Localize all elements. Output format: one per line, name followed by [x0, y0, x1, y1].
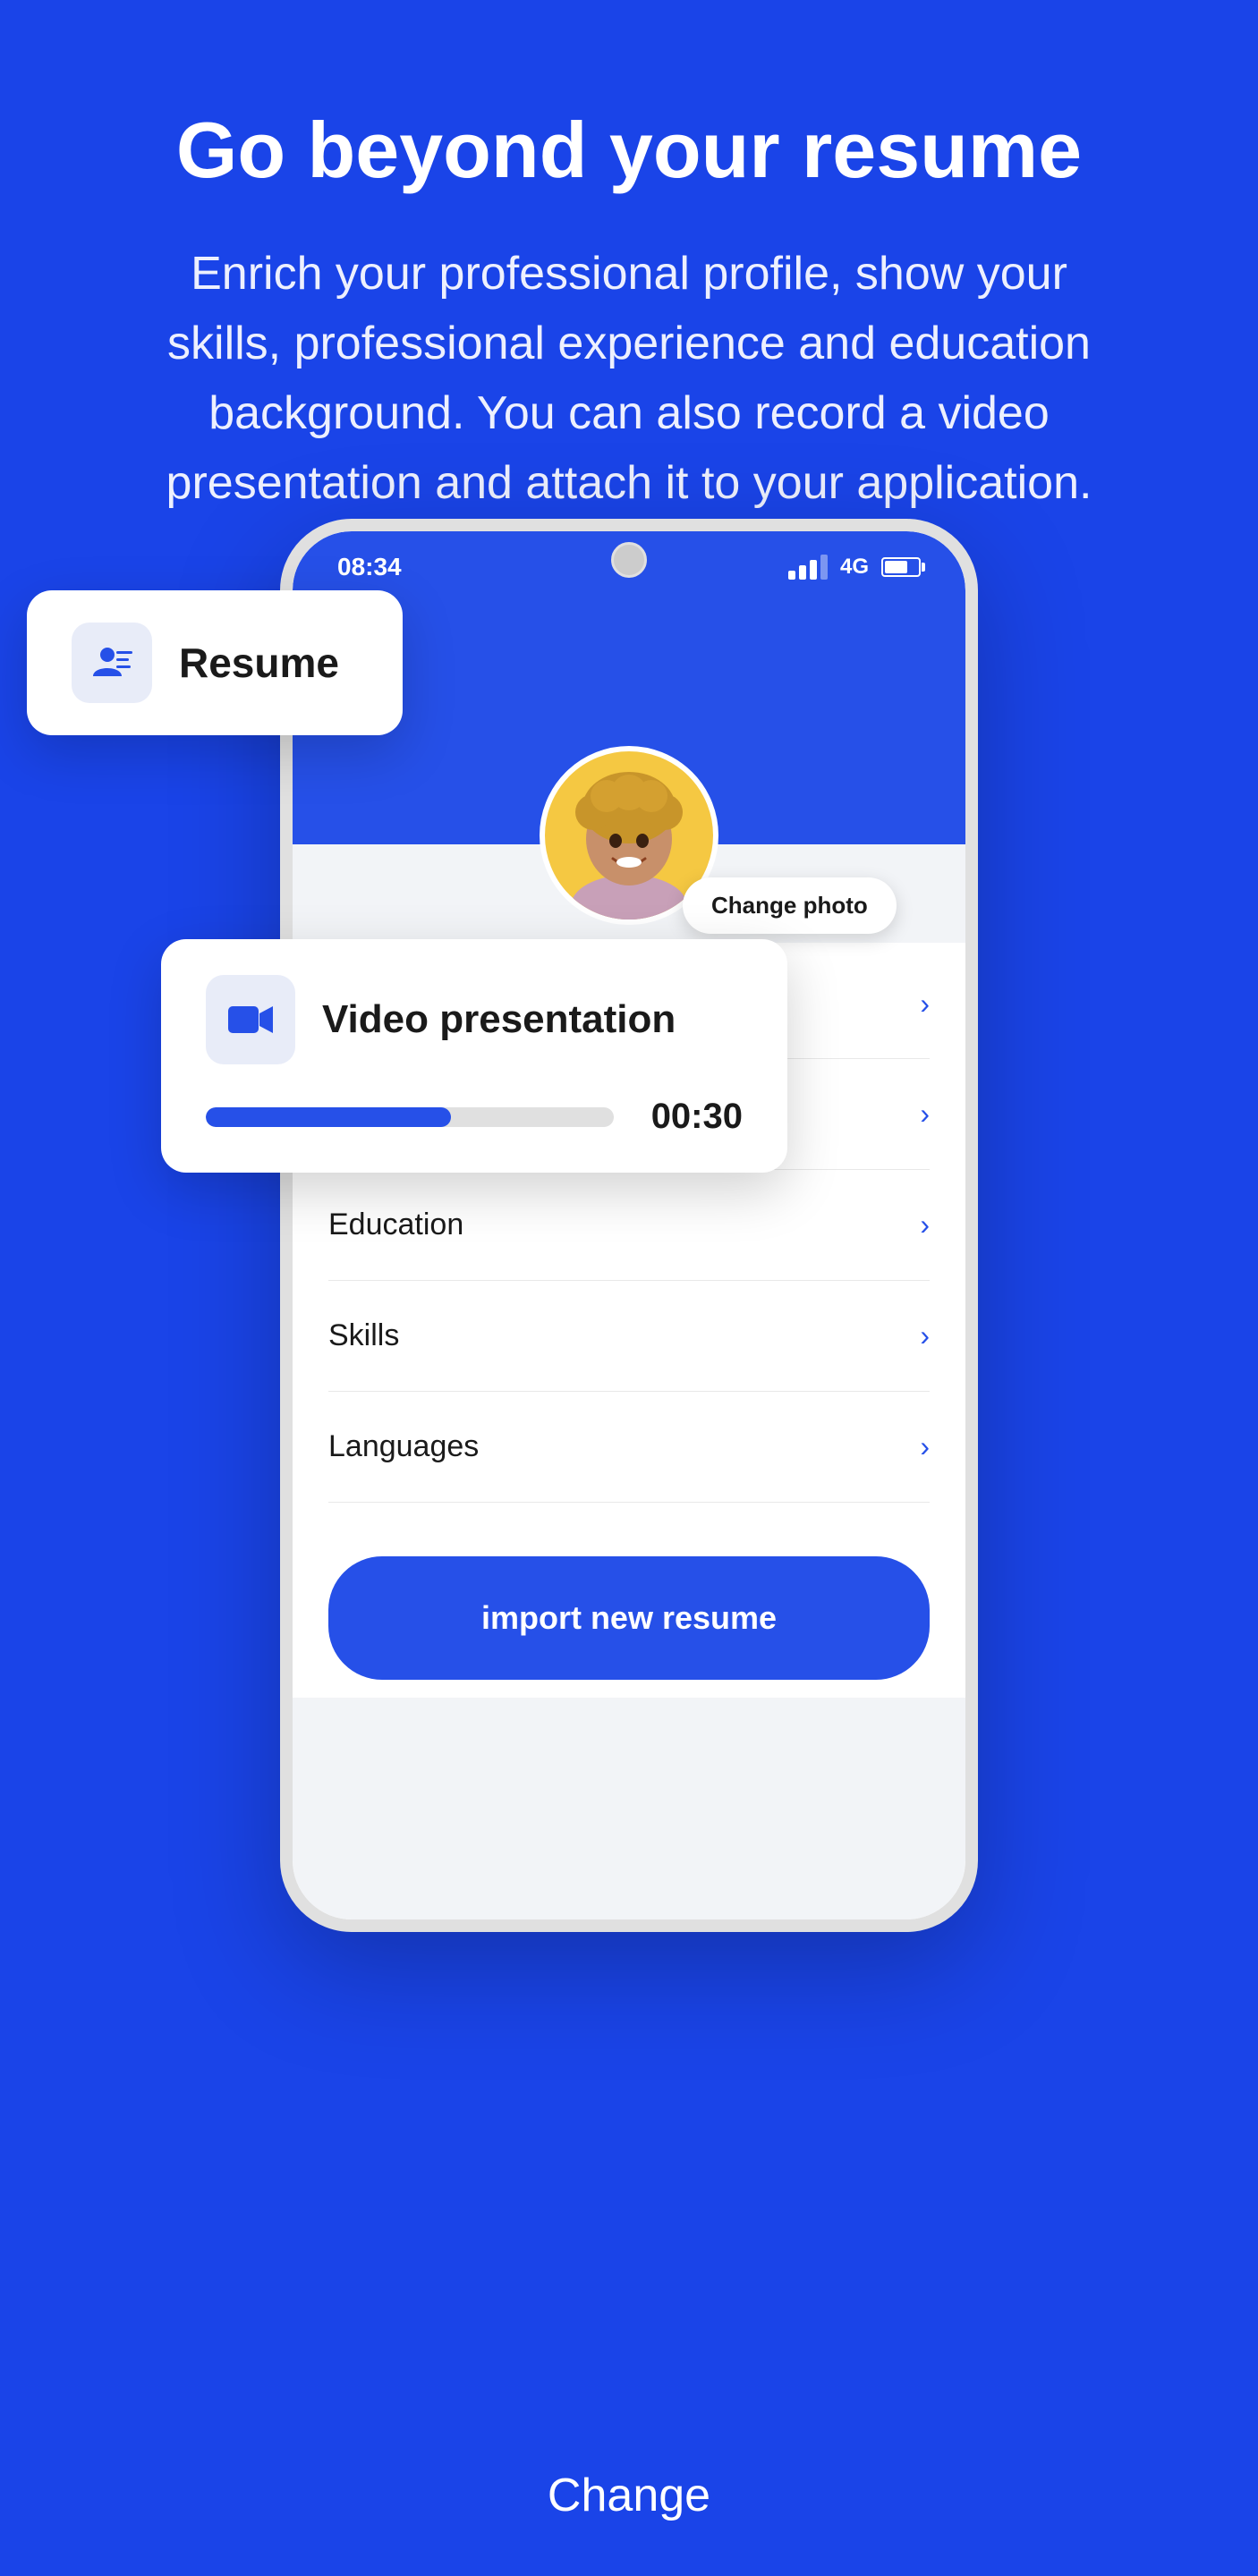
menu-item-skills[interactable]: Skills › [328, 1281, 930, 1392]
signal-bars-icon [788, 555, 828, 580]
chevron-skills-icon: › [920, 1319, 930, 1352]
change-photo-badge[interactable]: Change photo [683, 877, 897, 934]
resume-icon-box [72, 623, 152, 703]
resume-floating-card: Resume [27, 590, 403, 735]
video-icon-box [206, 975, 295, 1064]
header-section: Go beyond your resume Enrich your profes… [0, 0, 1258, 572]
main-title: Go beyond your resume [143, 107, 1115, 194]
video-progress-fill [206, 1107, 451, 1127]
video-camera-icon [227, 1001, 274, 1038]
change-label[interactable]: Change [548, 2469, 710, 2522]
bottom-section: Change [0, 2290, 1258, 2576]
network-type: 4G [840, 555, 869, 580]
menu-item-education-label: Education [328, 1208, 463, 1242]
video-floating-card: Video presentation 00:30 [161, 939, 787, 1173]
video-time-label: 00:30 [635, 1097, 743, 1137]
menu-item-education[interactable]: Education › [328, 1170, 930, 1281]
menu-item-skills-label: Skills [328, 1318, 399, 1353]
person-lines-icon [89, 640, 134, 685]
chevron-languages-icon: › [920, 1430, 930, 1463]
battery-icon [881, 557, 921, 577]
status-bar: 08:34 4G [293, 531, 965, 594]
subtitle-text: Enrich your professional profile, show y… [143, 239, 1115, 518]
status-time: 08:34 [337, 553, 402, 581]
chevron-de-icon: › [920, 987, 930, 1021]
video-card-label: Video presentation [322, 997, 676, 1042]
status-icons: 4G [788, 555, 921, 580]
resume-card-label: Resume [179, 639, 339, 687]
chevron-education-icon: › [920, 1208, 930, 1241]
chevron-experience-icon: › [920, 1097, 930, 1131]
phone-screen: 08:34 4G [293, 531, 965, 1919]
profile-avatar-svg [557, 758, 701, 919]
menu-item-languages[interactable]: Languages › [328, 1392, 930, 1503]
camera-notch [611, 542, 647, 578]
video-progress-track [206, 1107, 614, 1127]
menu-item-languages-label: Languages [328, 1429, 479, 1464]
import-resume-button[interactable]: import new resume [328, 1556, 930, 1680]
